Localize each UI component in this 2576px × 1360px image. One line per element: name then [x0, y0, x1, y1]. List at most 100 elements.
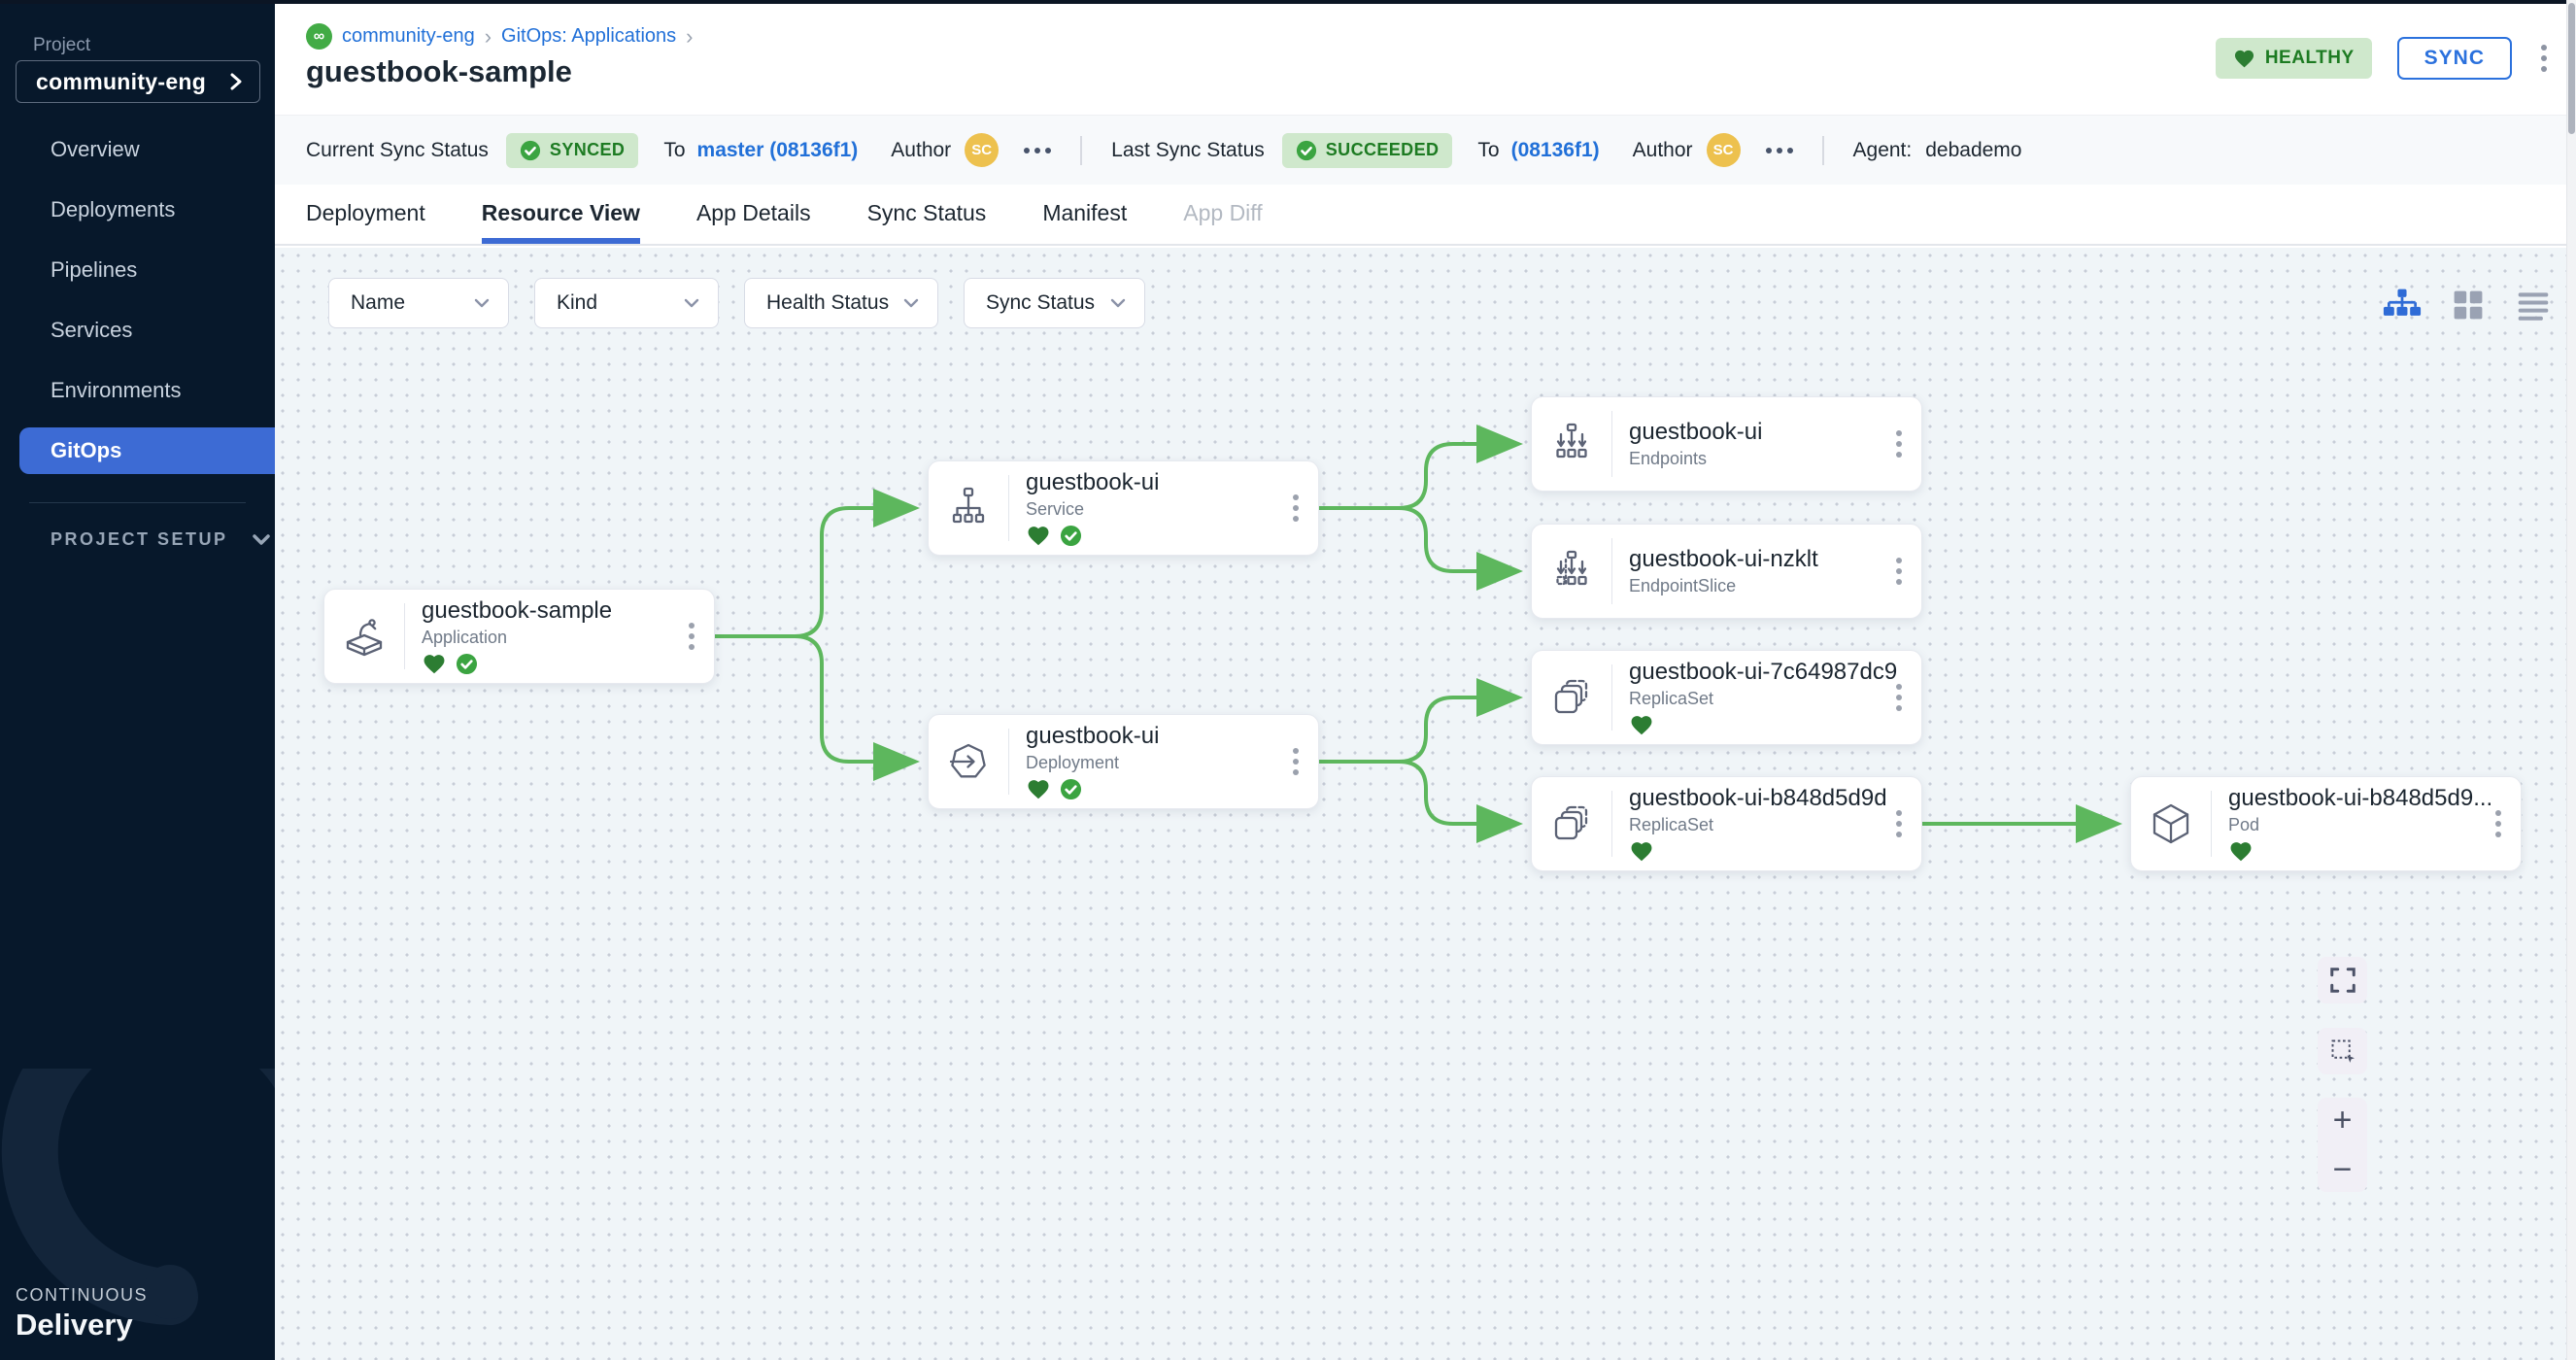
endpointslice-icon — [1548, 550, 1595, 593]
node-endpointslice-guestbook-ui-nzklt[interactable]: guestbook-ui-nzklt EndpointSlice — [1531, 524, 1922, 619]
sync-status-bar: Current Sync Status SYNCED To master (08… — [275, 115, 2576, 185]
node-title: guestbook-ui-nzklt — [1629, 546, 1818, 573]
chevron-down-icon — [1109, 297, 1127, 309]
resource-graph-canvas[interactable]: Name Kind Health Status Sync Status — [275, 248, 2576, 1360]
filter-sync-status-dropdown[interactable]: Sync Status — [964, 278, 1145, 328]
tree-view-icon[interactable] — [2383, 287, 2422, 323]
node-replicaset-guestbook-ui-7c64987dc9[interactable]: guestbook-ui-7c64987dc9 ReplicaSet — [1531, 650, 1922, 745]
divider — [1822, 136, 1824, 165]
healthy-heart-icon — [1629, 714, 1654, 736]
tab-manifest[interactable]: Manifest — [1042, 185, 1127, 244]
node-endpoints-guestbook-ui[interactable]: guestbook-ui Endpoints — [1531, 396, 1922, 492]
marquee-select-icon — [2328, 1037, 2357, 1066]
node-title: guestbook-ui — [1629, 419, 1762, 446]
synced-check-icon — [1060, 778, 1082, 800]
replicaset-icon — [1548, 675, 1595, 720]
node-pod-guestbook-ui-b848d5d9[interactable]: guestbook-ui-b848d5d9... Pod — [2130, 776, 2522, 871]
commit-more-icon[interactable] — [1024, 148, 1051, 153]
chevron-down-icon — [252, 533, 271, 547]
node-service-guestbook-ui[interactable]: guestbook-ui Service — [928, 460, 1319, 556]
gitops-logo-icon: ∞ — [306, 23, 332, 50]
sidebar-item-services[interactable]: Services — [0, 300, 275, 360]
node-kind: ReplicaSet — [1629, 689, 1897, 709]
node-menu-kebab-icon[interactable] — [1892, 426, 1906, 461]
node-menu-kebab-icon[interactable] — [1892, 680, 1906, 715]
pod-cube-icon — [2148, 800, 2194, 847]
node-kind: ReplicaSet — [1629, 815, 1887, 835]
sidebar-item-environments[interactable]: Environments — [0, 360, 275, 421]
tab-deployment[interactable]: Deployment — [306, 185, 425, 244]
filter-kind-dropdown[interactable]: Kind — [534, 278, 719, 328]
last-revision-link[interactable]: (08136f1) — [1511, 139, 1600, 162]
node-menu-kebab-icon[interactable] — [685, 619, 698, 654]
breadcrumb-separator: › — [485, 24, 491, 50]
list-view-icon[interactable] — [2515, 288, 2552, 323]
healthy-heart-icon — [1629, 840, 1654, 863]
tab-app-details[interactable]: App Details — [696, 185, 811, 244]
node-deployment-guestbook-ui[interactable]: guestbook-ui Deployment — [928, 714, 1319, 809]
app-menu-kebab-icon[interactable] — [2537, 41, 2551, 76]
sidebar-nav: Overview Deployments Pipelines Services … — [0, 119, 275, 503]
check-circle-icon — [1296, 140, 1317, 161]
synced-badge: SYNCED — [506, 133, 638, 168]
node-kind: Service — [1026, 499, 1159, 520]
node-kind: Application — [422, 628, 612, 648]
zoom-out-button[interactable]: − — [2333, 1153, 2353, 1186]
heart-icon — [2233, 49, 2255, 69]
tab-sync-status[interactable]: Sync Status — [867, 185, 987, 244]
current-sync-status-label: Current Sync Status — [306, 139, 489, 162]
sidebar-item-gitops[interactable]: GitOps — [0, 421, 275, 481]
node-replicaset-guestbook-ui-b848d5d9d[interactable]: guestbook-ui-b848d5d9d ReplicaSet — [1531, 776, 1922, 871]
header-actions: HEALTHY SYNC — [2216, 37, 2551, 80]
node-title: guestbook-ui — [1026, 469, 1159, 496]
node-application-guestbook-sample[interactable]: guestbook-sample Application — [323, 589, 715, 684]
endpoints-icon — [1548, 423, 1595, 465]
node-kind: Deployment — [1026, 753, 1159, 773]
node-kind: EndpointSlice — [1629, 576, 1818, 596]
tab-resource-view[interactable]: Resource View — [482, 185, 640, 244]
author-avatar: SC — [1707, 133, 1741, 167]
healthy-heart-icon — [1026, 525, 1051, 547]
to-label: To — [663, 139, 685, 162]
filter-name-dropdown[interactable]: Name — [328, 278, 509, 328]
scrollbar-thumb[interactable] — [2568, 3, 2575, 134]
healthy-heart-icon — [1026, 778, 1051, 800]
node-menu-kebab-icon[interactable] — [1892, 554, 1906, 589]
fullscreen-button[interactable] — [2318, 957, 2367, 1003]
sidebar-item-deployments[interactable]: Deployments — [0, 180, 275, 240]
app-window: Project community-eng Overview Deploymen… — [0, 0, 2576, 1360]
node-kind: Endpoints — [1629, 449, 1762, 469]
breadcrumb-section-link[interactable]: GitOps: Applications — [501, 25, 676, 48]
tab-app-diff: App Diff — [1183, 185, 1262, 244]
filter-health-status-dropdown[interactable]: Health Status — [744, 278, 938, 328]
author-label: Author — [891, 139, 951, 162]
node-menu-kebab-icon[interactable] — [2491, 806, 2505, 841]
node-menu-kebab-icon[interactable] — [1289, 744, 1303, 779]
sidebar-item-pipelines[interactable]: Pipelines — [0, 240, 275, 300]
sidebar-item-overview[interactable]: Overview — [0, 119, 275, 180]
project-setup-toggle[interactable]: PROJECT SETUP — [51, 529, 271, 550]
main-area: ∞ community-eng › GitOps: Applications ›… — [275, 4, 2576, 1360]
project-label: Project — [33, 35, 90, 56]
filter-row: Name Kind Health Status Sync Status — [328, 278, 1145, 328]
node-menu-kebab-icon[interactable] — [1289, 491, 1303, 526]
grid-view-icon[interactable] — [2451, 288, 2486, 323]
succeeded-badge: SUCCEEDED — [1282, 133, 1453, 168]
breadcrumb-project-link[interactable]: community-eng — [342, 25, 475, 48]
vertical-scrollbar[interactable] — [2566, 0, 2576, 1360]
application-icon — [341, 613, 388, 660]
agent-value: debademo — [1925, 139, 2021, 162]
node-title: guestbook-sample — [422, 597, 612, 625]
node-menu-kebab-icon[interactable] — [1892, 806, 1906, 841]
brand-logo: CONTINUOUS Delivery — [16, 1285, 148, 1343]
marquee-select-button[interactable] — [2318, 1028, 2367, 1074]
service-icon — [945, 486, 992, 530]
breadcrumb: ∞ community-eng › GitOps: Applications › — [306, 23, 693, 50]
current-revision-link[interactable]: master (08136f1) — [697, 139, 859, 162]
zoom-in-button[interactable]: + — [2333, 1104, 2353, 1137]
commit-more-icon[interactable] — [1766, 148, 1793, 153]
project-selector[interactable]: community-eng — [16, 60, 260, 103]
healthy-heart-icon — [2228, 840, 2254, 863]
sync-button[interactable]: SYNC — [2397, 37, 2512, 80]
zoom-controls: + − — [2318, 1098, 2367, 1192]
